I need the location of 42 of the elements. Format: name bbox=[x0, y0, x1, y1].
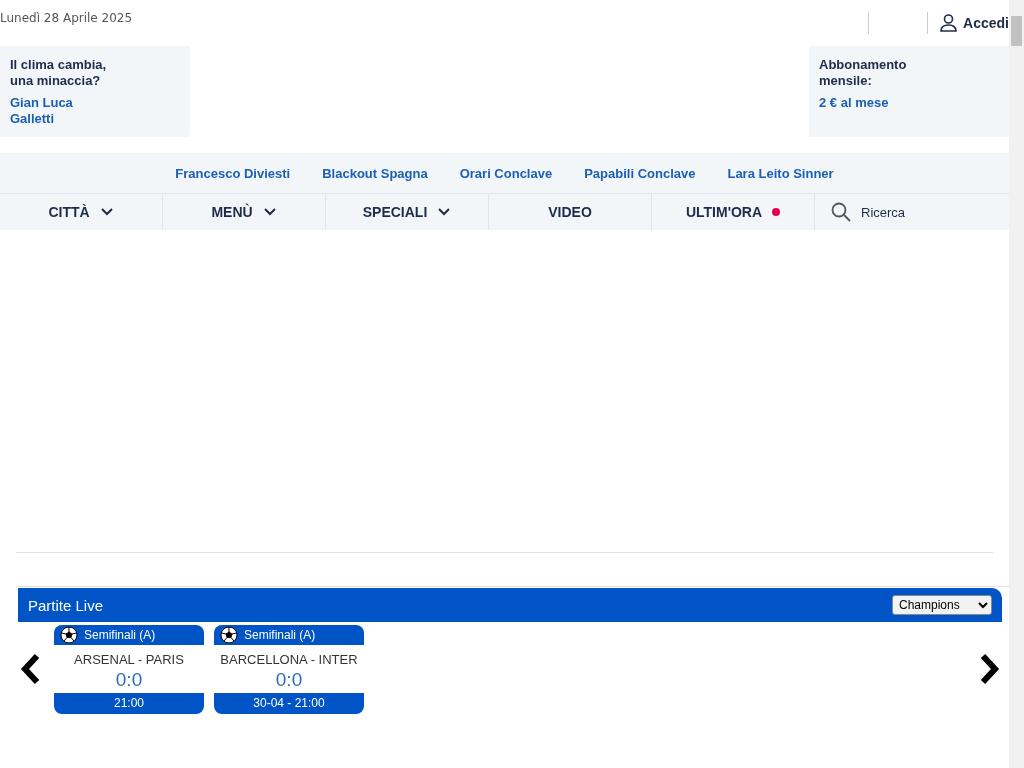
match-card[interactable]: Semifinali (A) ARSENAL - PARIS 0:0 21:00 bbox=[54, 624, 204, 714]
trending-link[interactable]: Orari Conclave bbox=[459, 165, 553, 181]
user-icon bbox=[940, 14, 958, 32]
nav-tab[interactable]: VIDEO bbox=[489, 194, 652, 230]
nav-tab[interactable]: CITTÀ bbox=[0, 194, 163, 230]
trending-link[interactable]: Lara Leito Sinner bbox=[727, 165, 834, 181]
match-time: 30-04 - 21:00 bbox=[214, 692, 364, 714]
chevron-down-icon bbox=[262, 207, 277, 217]
soccer-ball-icon bbox=[220, 625, 238, 644]
match-time: 21:00 bbox=[54, 692, 204, 714]
match-score: 0:0 bbox=[274, 668, 304, 691]
scrollbar[interactable] bbox=[1009, 0, 1024, 768]
trending-link[interactable]: Blackout Spagna bbox=[322, 165, 428, 181]
promo-title: Il clima cambia, una minaccia? bbox=[10, 57, 108, 89]
match-score: 0:0 bbox=[114, 668, 144, 691]
nav-tab[interactable]: MENÙ bbox=[163, 194, 326, 230]
search-field[interactable]: Ricerca bbox=[859, 203, 983, 221]
live-dot-icon bbox=[772, 208, 781, 216]
soccer-ball-icon bbox=[60, 625, 78, 644]
chevron-down-icon bbox=[437, 207, 452, 217]
search-icon bbox=[831, 202, 851, 222]
competition-dropdown[interactable]: Champions bbox=[892, 595, 992, 615]
chevron-left-icon[interactable] bbox=[18, 652, 42, 686]
round-label: Semifinali (A) bbox=[84, 627, 156, 642]
chevron-down-icon bbox=[99, 207, 114, 217]
date-text: Lunedì 28 Aprile 2025 bbox=[0, 11, 133, 25]
subscription-card[interactable]: Abbonamento mensile: 2 € al mese bbox=[809, 46, 1009, 137]
nav-tab[interactable]: ULTIM'ORA bbox=[652, 194, 815, 230]
chevron-right-icon[interactable] bbox=[978, 652, 1002, 686]
promo-card[interactable]: Il clima cambia, una minaccia? Gian Luca Galletti bbox=[0, 46, 190, 137]
widget-title: Partite Live bbox=[28, 596, 104, 614]
trending-link[interactable]: Papabili Conclave bbox=[584, 165, 696, 181]
subscription-title: Abbonamento mensile: bbox=[819, 57, 908, 89]
login-link[interactable]: Accedi bbox=[940, 14, 1009, 32]
trending-link[interactable]: Francesco Diviesti bbox=[175, 165, 291, 181]
author-link[interactable]: Gian Luca Galletti bbox=[10, 95, 90, 127]
round-label: Semifinali (A) bbox=[244, 627, 316, 642]
price-link[interactable]: 2 € al mese bbox=[819, 95, 1009, 111]
match-card[interactable]: Semifinali (A) BARCELLONA - INTER 0:0 30-04 - 21:00 bbox=[214, 624, 364, 714]
nav-tab[interactable]: SPECIALI bbox=[326, 194, 489, 230]
match-teams: ARSENAL - PARIS bbox=[73, 651, 185, 667]
match-teams: BARCELLONA - INTER bbox=[219, 651, 359, 667]
